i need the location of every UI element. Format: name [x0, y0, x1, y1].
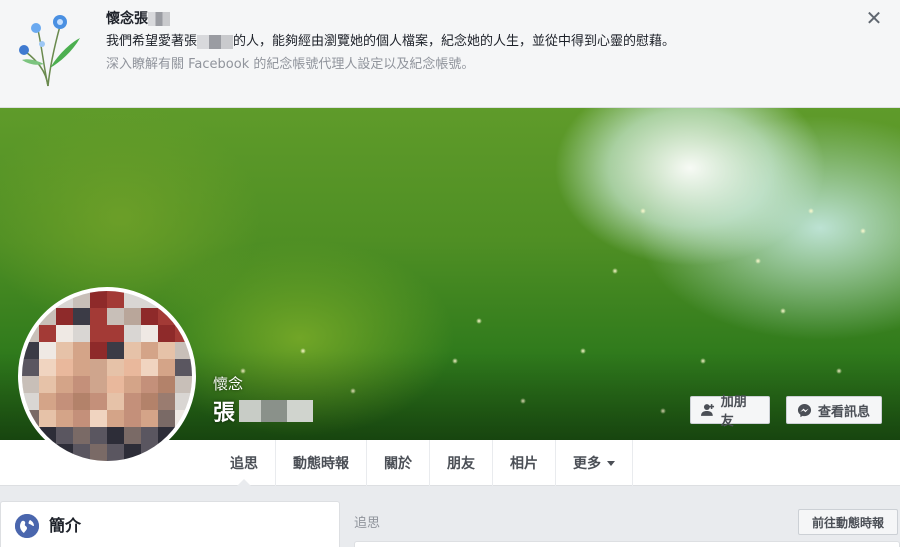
memorial-label: 懷念 [213, 375, 244, 393]
banner-message-prefix: 我們希望愛著張 [106, 34, 198, 49]
banner-title-text: 懷念張 [106, 11, 148, 27]
redacted-name [197, 35, 234, 49]
memorial-section-heading: 追思 [354, 516, 381, 531]
profile-tabs: 追思 動態時報 關於 朋友 相片 更多 [213, 440, 633, 486]
close-icon[interactable]: ✕ [864, 8, 884, 28]
memorial-banner: 懷念張 我們希望愛著張 的人，能夠經由瀏覽她的個人檔案，紀念她的人生，並從中得到… [0, 0, 900, 108]
memorial-feed-card [354, 541, 900, 547]
view-message-button[interactable]: 查看訊息 [786, 396, 882, 424]
messenger-icon [797, 403, 812, 417]
profile-picture[interactable] [18, 287, 196, 465]
memorial-settings-link[interactable]: 紀念帳號代理人設定以及紀念帳號 [266, 57, 461, 72]
tab-photos[interactable]: 相片 [493, 440, 556, 486]
add-friend-button[interactable]: 加朋友 [690, 395, 770, 429]
tab-friends[interactable]: 朋友 [430, 440, 493, 486]
redacted-name [148, 12, 170, 26]
intro-title: 簡介 [49, 516, 82, 535]
view-message-label: 查看訊息 [818, 404, 871, 420]
tab-memorial[interactable]: 追思 [213, 440, 276, 486]
banner-link-suffix: 。 [461, 57, 475, 72]
banner-message: 我們希望愛著張 的人，能夠經由瀏覽她的個人檔案，紀念她的人生，並從中得到心靈的慰… [106, 30, 846, 54]
banner-message-suffix: 的人，能夠經由瀏覽她的個人檔案，紀念她的人生，並從中得到心靈的慰藉。 [233, 34, 676, 49]
add-friend-icon [701, 404, 715, 416]
tab-timeline[interactable]: 動態時報 [276, 440, 367, 486]
tab-about[interactable]: 關於 [367, 440, 430, 486]
go-to-timeline-button[interactable]: 前往動態時報 [798, 509, 898, 535]
banner-title: 懷念張 [106, 8, 846, 30]
add-friend-label: 加朋友 [720, 395, 747, 429]
profile-picture-mosaic [22, 291, 192, 461]
tab-more[interactable]: 更多 [556, 440, 633, 486]
redacted-name [239, 400, 314, 422]
banner-link-prefix: 深入瞭解有關 Facebook 的 [106, 57, 267, 72]
intro-card: 簡介 [0, 501, 340, 547]
profile-name[interactable]: 張 [213, 395, 314, 427]
profile-name-text: 張 [213, 401, 236, 426]
banner-learn-more: 深入瞭解有關 Facebook 的紀念帳號代理人設定以及紀念帳號。 [106, 54, 846, 76]
chevron-down-icon [607, 460, 615, 466]
flower-illustration-icon [19, 15, 80, 87]
globe-icon [15, 514, 39, 538]
